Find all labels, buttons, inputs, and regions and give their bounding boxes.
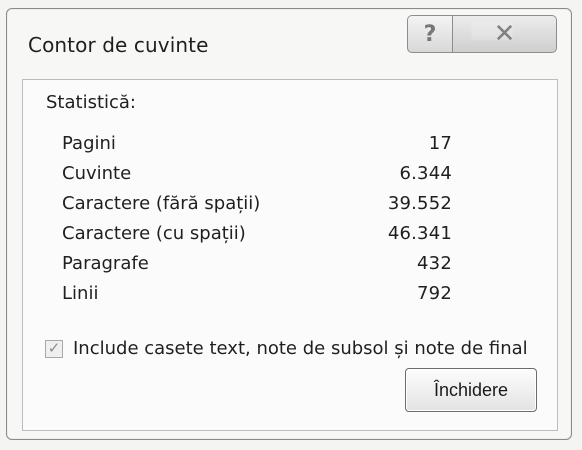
close-dialog-button[interactable]: Închidere bbox=[405, 368, 537, 412]
stat-label: Cuvinte bbox=[62, 163, 132, 184]
dialog-content: Statistică: Pagini 17 Cuvinte 6.344 Cara… bbox=[22, 79, 558, 431]
stat-label: Paragrafe bbox=[62, 253, 149, 274]
close-window-button[interactable]: ✕ bbox=[453, 15, 557, 53]
dialog-title: Contor de cuvinte bbox=[28, 33, 209, 57]
stat-row-pages: Pagini 17 bbox=[62, 132, 452, 162]
stat-value: 39.552 bbox=[387, 193, 452, 214]
stat-value: 46.341 bbox=[387, 223, 452, 244]
stat-row-lines: Linii 792 bbox=[62, 282, 452, 312]
stat-value: 17 bbox=[428, 133, 452, 154]
stat-row-characters-no-spaces: Caractere (fără spații) 39.552 bbox=[62, 192, 452, 222]
help-icon: ? bbox=[423, 21, 437, 47]
stat-label: Linii bbox=[62, 283, 99, 304]
stats-list: Pagini 17 Cuvinte 6.344 Caractere (fără … bbox=[62, 132, 452, 312]
stat-value: 792 bbox=[417, 283, 452, 304]
include-textboxes-option[interactable]: ✓ Include casete text, note de subsol și… bbox=[45, 338, 528, 359]
word-count-dialog: Contor de cuvinte ? ✕ Statistică: Pagini… bbox=[6, 8, 572, 440]
close-icon: ✕ bbox=[493, 19, 516, 49]
stats-section-label: Statistică: bbox=[46, 92, 136, 113]
stat-row-characters-with-spaces: Caractere (cu spații) 46.341 bbox=[62, 222, 452, 252]
stat-label: Caractere (fără spații) bbox=[62, 193, 261, 214]
stat-value: 6.344 bbox=[399, 163, 452, 184]
dialog-titlebar: Contor de cuvinte ? ✕ bbox=[7, 9, 571, 71]
include-textboxes-checkbox[interactable]: ✓ bbox=[45, 339, 63, 358]
stat-row-words: Cuvinte 6.344 bbox=[62, 162, 452, 192]
stat-label: Pagini bbox=[62, 133, 116, 154]
check-icon: ✓ bbox=[47, 339, 61, 357]
help-button[interactable]: ? bbox=[407, 15, 453, 53]
stat-value: 432 bbox=[417, 253, 452, 274]
stat-row-paragraphs: Paragrafe 432 bbox=[62, 252, 452, 282]
include-textboxes-label: Include casete text, note de subsol și n… bbox=[73, 338, 528, 359]
title-buttons: ? ✕ bbox=[407, 15, 557, 57]
stat-label: Caractere (cu spații) bbox=[62, 223, 246, 244]
